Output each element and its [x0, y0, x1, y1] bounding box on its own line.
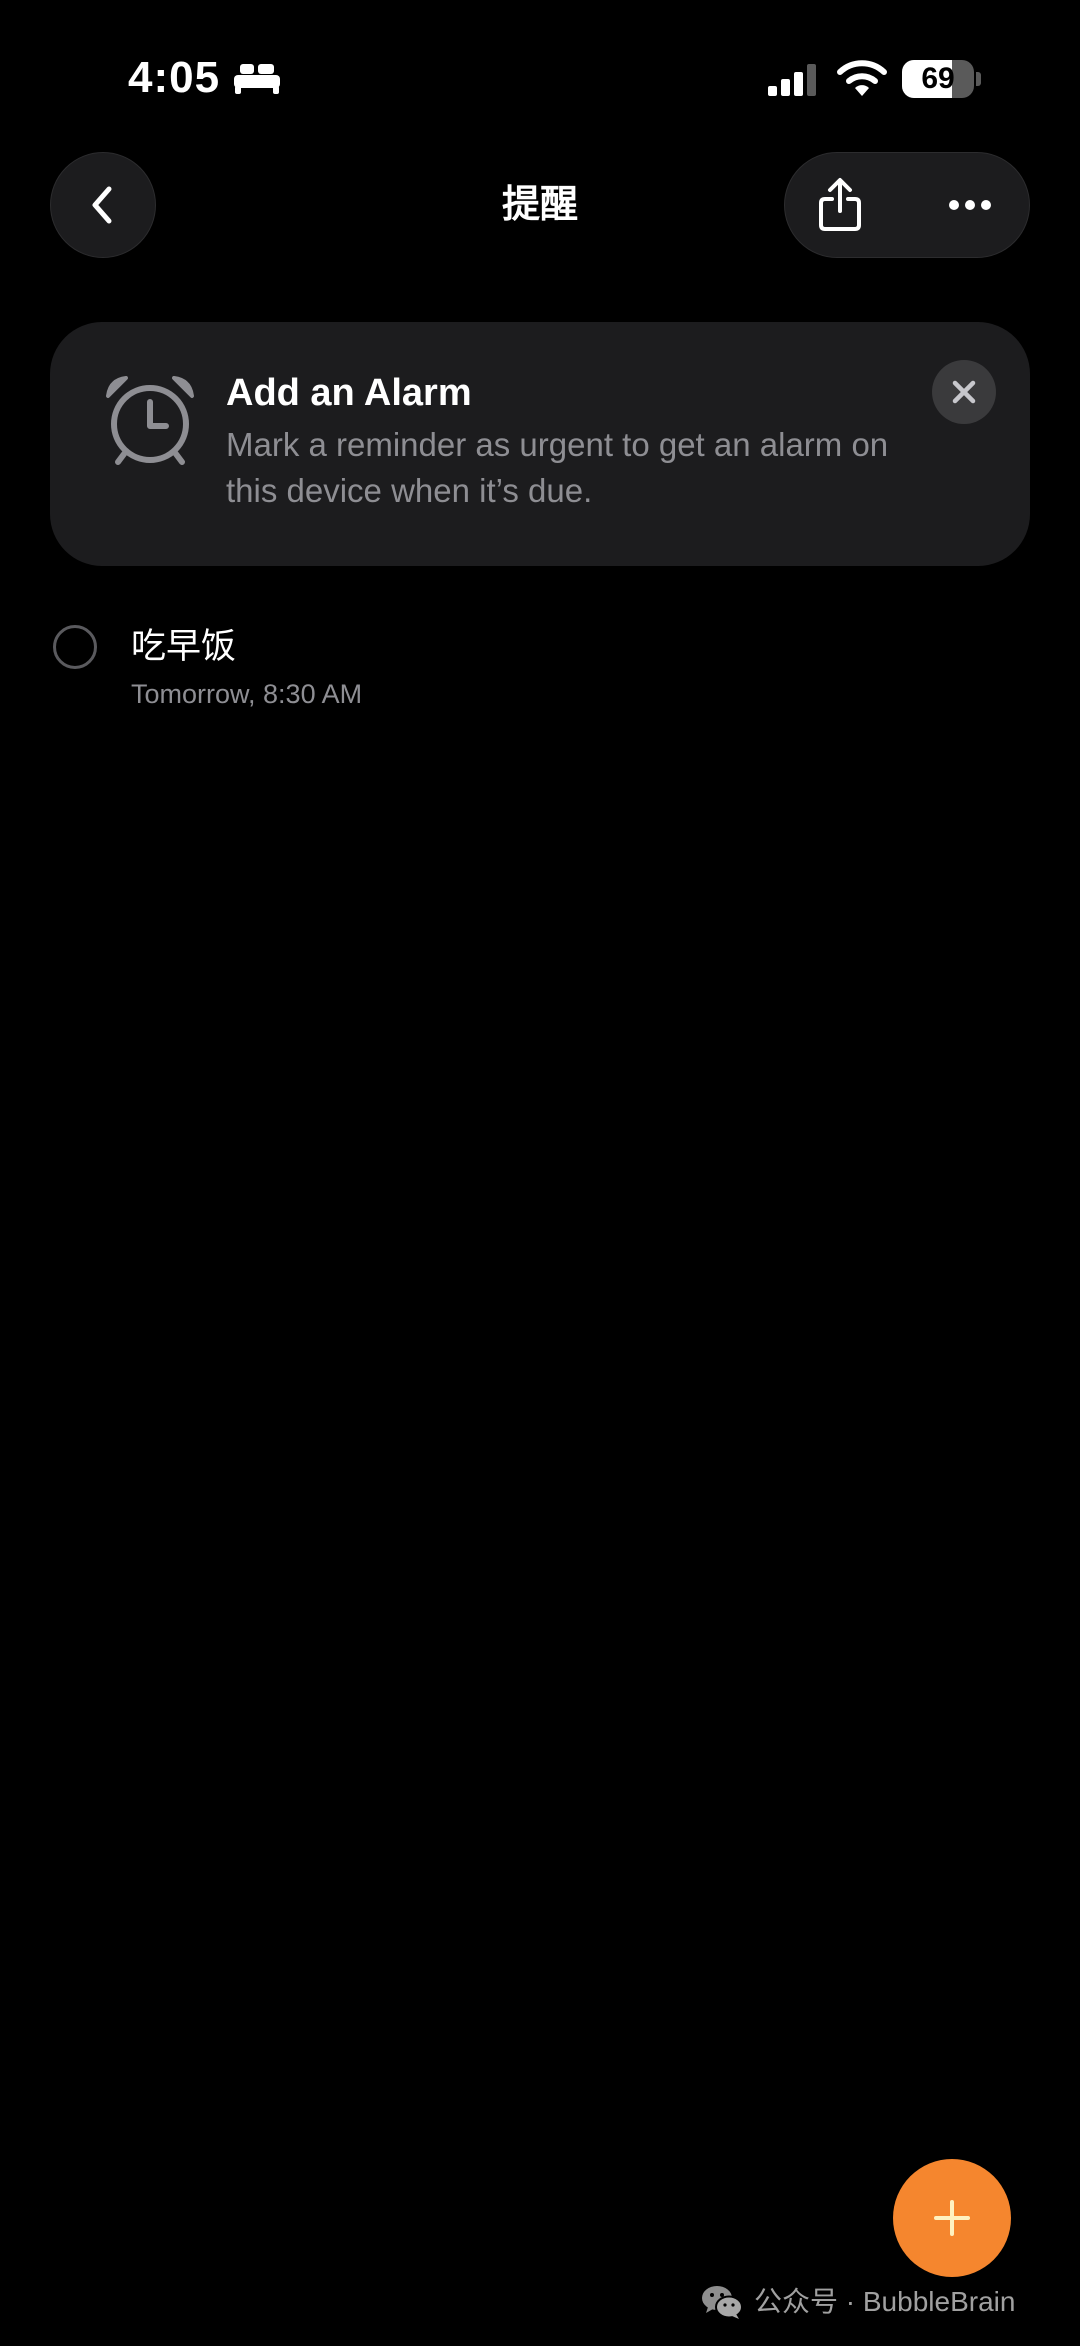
banner-description: Mark a reminder as urgent to get an alar…: [226, 426, 889, 509]
ellipsis-icon: [949, 200, 991, 210]
back-button[interactable]: [50, 152, 156, 258]
status-time: 4:05: [128, 53, 221, 102]
close-icon: [952, 380, 976, 404]
plus-icon: [934, 2200, 970, 2236]
cellular-signal-icon: [768, 64, 816, 96]
battery-indicator: 69: [902, 60, 982, 98]
wifi-icon: [837, 60, 887, 96]
battery-level-text: 69: [921, 62, 955, 95]
watermark-text: 公众号 · BubbleBrain: [754, 2286, 1016, 2317]
banner-close-button[interactable]: [932, 360, 996, 424]
reminder-title[interactable]: 吃早饭: [131, 624, 236, 670]
watermark: 公众号 · BubbleBrain: [700, 2278, 1015, 2326]
banner-title: Add an Alarm: [226, 372, 472, 414]
share-icon: [819, 178, 861, 231]
more-button[interactable]: [915, 153, 1025, 257]
add-reminder-button[interactable]: [893, 2159, 1011, 2277]
reminder-item[interactable]: 吃早饭 Tomorrow, 8:30 AM: [0, 610, 1080, 720]
reminder-complete-toggle[interactable]: [53, 625, 97, 669]
actions-pill: [784, 152, 1030, 258]
chevron-left-icon: [92, 186, 112, 224]
alarm-clock-icon: [106, 376, 194, 465]
reminder-due-date: Tomorrow, 8:30 AM: [131, 679, 363, 709]
page-title: 提醒: [501, 184, 578, 226]
sleep-bed-icon: [234, 64, 280, 94]
status-bar: 4:05 69: [0, 0, 1080, 150]
alarm-banner: Add an Alarm Mark a reminder as urgent t…: [50, 322, 1030, 566]
share-button[interactable]: [785, 153, 895, 257]
wechat-icon: [702, 2286, 743, 2319]
